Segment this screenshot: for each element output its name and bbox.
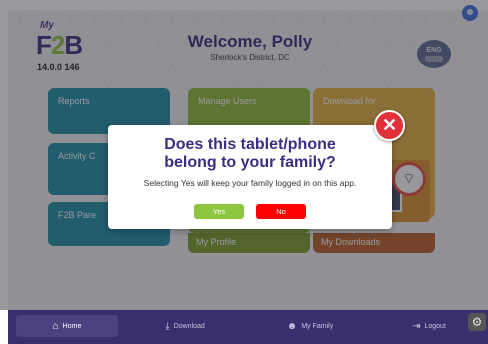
nav-my-family[interactable]: ☻ My Family [275,315,345,337]
logout-icon: ⇥ [412,320,421,332]
dialog-buttons: Yes No [108,204,392,219]
settings-gear-icon[interactable]: ⚙ [468,313,486,331]
download-icon: ⤓ [165,320,170,332]
dialog-title: Does this tablet/phone belong to your fa… [108,136,392,172]
nav-home-label: Home [62,322,82,330]
nav-logout[interactable]: ⇥ Logout [398,315,460,337]
yes-button[interactable]: Yes [194,204,244,219]
dialog-title-line-2: belong to your family? [164,154,336,171]
dialog-message: Selecting Yes will keep your family logg… [143,178,357,188]
nav-logout-label: Logout [424,322,446,330]
nav-download[interactable]: ⤓ Download [150,315,220,337]
close-icon[interactable]: ✕ [374,110,405,141]
nav-home[interactable]: ⌂ Home [16,315,118,337]
dialog-title-line-1: Does this tablet/phone [164,136,336,153]
family-device-dialog: Does this tablet/phone belong to your fa… [108,125,392,229]
nav-my-family-label: My Family [301,322,334,330]
no-button[interactable]: No [256,204,306,219]
home-icon: ⌂ [52,320,59,332]
family-icon: ☻ [286,320,298,332]
nav-download-label: Download [173,322,205,330]
